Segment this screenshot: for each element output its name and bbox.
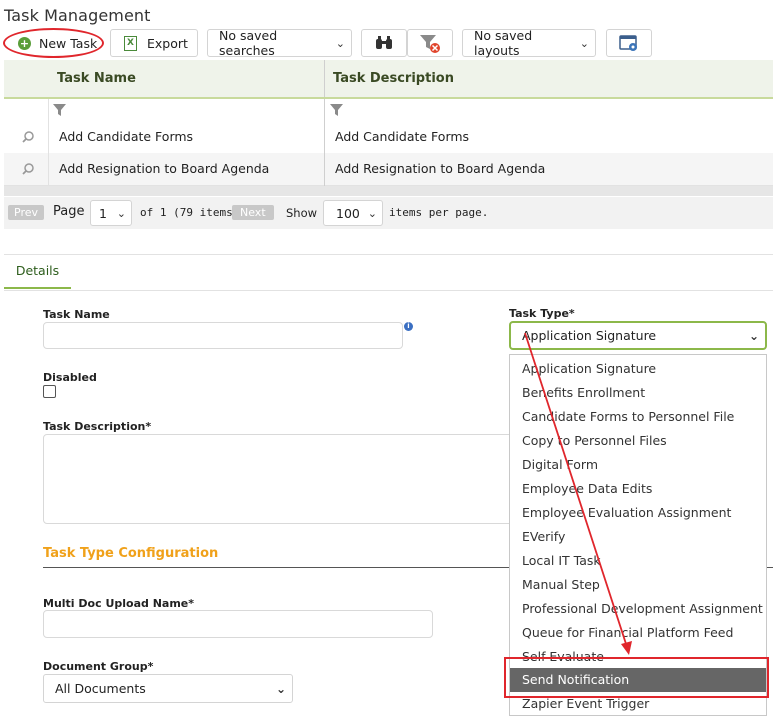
task-grid: Task Name Task Description Add Candidate… [4, 60, 773, 196]
pager: Prev Page 1 ⌄ of 1 (79 items) Next Show … [4, 197, 773, 229]
task-type-option[interactable]: Application Signature [510, 357, 766, 381]
prev-page-button[interactable]: Prev [8, 205, 44, 220]
info-icon[interactable]: i [404, 322, 413, 331]
task-description-cell: Add Resignation to Board Agenda [335, 161, 546, 176]
task-type-option[interactable]: Local IT Task [510, 549, 766, 573]
export-button[interactable]: X Export [110, 29, 198, 57]
multi-doc-upload-label: Multi Doc Upload Name* [43, 597, 195, 610]
task-type-label: Task Type* [509, 307, 575, 320]
task-type-option[interactable]: Professional Development Assignment [510, 597, 766, 621]
clear-filter-button[interactable] [407, 29, 453, 57]
chevron-down-icon: ⌄ [275, 681, 286, 696]
task-description-textarea[interactable] [43, 434, 513, 524]
chevron-down-icon: ⌄ [367, 206, 377, 220]
page-count-text: of 1 (79 items) [140, 206, 240, 219]
task-type-option[interactable]: Queue for Financial Platform Feed [510, 621, 766, 645]
document-group-value: All Documents [55, 681, 146, 696]
search-button[interactable] [361, 29, 407, 57]
binoculars-icon [376, 36, 392, 49]
filter-icon[interactable] [330, 104, 343, 116]
table-row[interactable]: Add Resignation to Board Agenda Add Resi… [4, 153, 773, 186]
column-header-task-description[interactable]: Task Description [333, 60, 454, 97]
annotation-circle [3, 28, 104, 58]
layout-settings-icon [619, 34, 637, 51]
saved-layouts-select[interactable]: No saved layouts ⌄ [462, 28, 596, 58]
filter-row [4, 99, 773, 122]
chevron-down-icon: ⌄ [748, 328, 759, 343]
task-type-value: Application Signature [522, 328, 657, 343]
annotation-box [504, 657, 769, 698]
saved-searches-select[interactable]: No saved searches ⌄ [207, 28, 352, 58]
zoom-icon[interactable] [22, 163, 34, 175]
task-type-option[interactable]: Benefits Enrollment [510, 381, 766, 405]
per-page-label: items per page. [389, 206, 489, 219]
task-type-option[interactable]: Copy to Personnel Files [510, 429, 766, 453]
tab-divider [4, 290, 773, 291]
task-name-cell: Add Resignation to Board Agenda [59, 161, 270, 176]
table-row[interactable]: Add Candidate Forms Add Candidate Forms [4, 121, 773, 154]
page-select[interactable]: 1 ⌄ [90, 200, 132, 226]
task-description-label: Task Description* [43, 420, 152, 433]
column-divider [48, 99, 49, 196]
grid-header: Task Name Task Description [4, 60, 773, 99]
column-divider [324, 60, 325, 97]
chevron-down-icon: ⌄ [579, 36, 589, 50]
page-label: Page [53, 204, 85, 219]
multi-doc-upload-input[interactable] [43, 610, 433, 638]
saved-layouts-value: No saved layouts [474, 28, 533, 58]
column-header-task-name[interactable]: Task Name [57, 60, 136, 97]
tab-details[interactable]: Details [4, 255, 71, 289]
task-type-configuration-title: Task Type Configuration [43, 546, 219, 561]
layout-settings-button[interactable] [606, 29, 652, 57]
document-group-label: Document Group* [43, 660, 154, 673]
task-type-option[interactable]: Manual Step [510, 573, 766, 597]
filter-icon[interactable] [53, 104, 66, 116]
disabled-label: Disabled [43, 371, 97, 384]
task-type-option[interactable]: Employee Evaluation Assignment [510, 501, 766, 525]
task-type-option[interactable]: EVerify [510, 525, 766, 549]
task-type-option[interactable]: Digital Form [510, 453, 766, 477]
export-label: Export [147, 35, 188, 51]
disabled-checkbox[interactable] [43, 385, 56, 398]
next-page-button[interactable]: Next [232, 205, 274, 220]
horizontal-scrollbar[interactable] [4, 186, 773, 196]
task-type-option[interactable]: Candidate Forms to Personnel File [510, 405, 766, 429]
task-type-select[interactable]: Application Signature ⌄ [509, 321, 767, 350]
clear-filter-icon [420, 35, 440, 53]
chevron-down-icon: ⌄ [335, 36, 345, 50]
zoom-icon[interactable] [22, 131, 34, 143]
column-divider [324, 99, 325, 196]
page-size-select[interactable]: 100 ⌄ [323, 200, 383, 226]
excel-icon: X [124, 35, 137, 51]
document-group-select[interactable]: All Documents ⌄ [43, 674, 293, 703]
task-type-option[interactable]: Employee Data Edits [510, 477, 766, 501]
task-name-input[interactable] [43, 322, 403, 349]
page-size-value: 100 [336, 205, 360, 221]
task-name-cell: Add Candidate Forms [59, 129, 194, 144]
page-select-value: 1 [99, 205, 107, 221]
task-name-label: Task Name [43, 308, 110, 321]
page-title: Task Management [4, 6, 151, 25]
chevron-down-icon: ⌄ [116, 206, 126, 220]
show-label: Show [286, 206, 318, 220]
saved-searches-value: No saved searches [219, 28, 278, 58]
task-description-cell: Add Candidate Forms [335, 129, 470, 144]
